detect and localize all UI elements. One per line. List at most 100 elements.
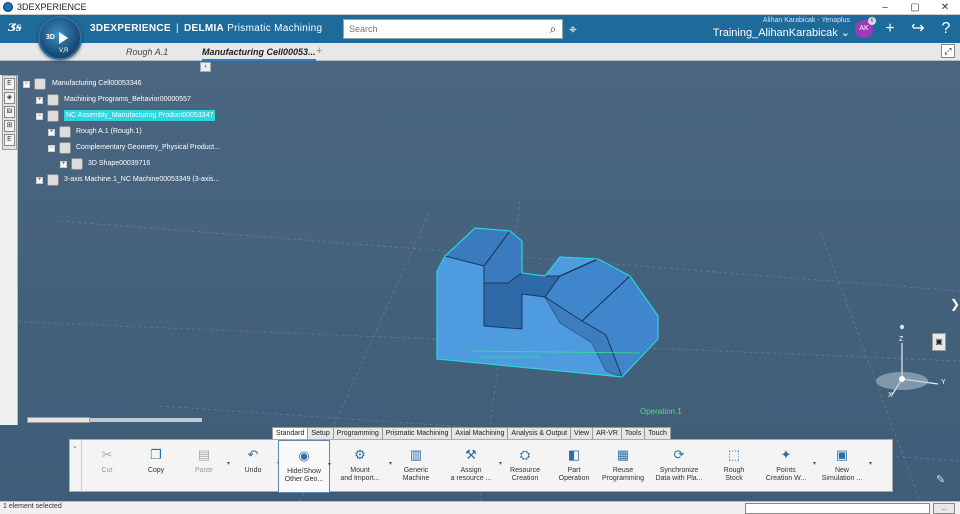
minimize-button[interactable]: – (870, 0, 900, 15)
command-label-line1: Copy (147, 467, 165, 474)
resource-creation-button[interactable]: ⛭ Resource Creation (500, 440, 550, 493)
command-label-line2: Creation (511, 475, 539, 482)
expand-toggle-icon[interactable]: + (48, 129, 55, 136)
tree-node[interactable]: + 3-axis Machine.1_NC Machine00053349 (3… (20, 172, 220, 188)
expand-toggle-icon[interactable]: − (36, 113, 43, 120)
action-bar-menu[interactable]: ⌄ (70, 440, 82, 491)
resource-creation-icon: ⛭ (519, 447, 531, 462)
reuse-programming-icon: ▦ (616, 447, 630, 462)
expand-toggle-icon[interactable]: + (60, 161, 67, 168)
share-icon[interactable]: ↪ (908, 19, 928, 39)
section-tab-setup[interactable]: Setup (307, 427, 334, 439)
section-tab-standard[interactable]: Standard (272, 427, 309, 439)
chevron-down-icon[interactable]: ⌄ (72, 442, 78, 450)
command-label-line1: Reuse (612, 467, 634, 474)
search-icon[interactable]: ⌕ (544, 22, 562, 37)
section-tab-view[interactable]: View (570, 427, 594, 439)
points-creation-button[interactable]: ✦ Points Creation W... ▾ (758, 440, 816, 493)
tree-toolbar: E ◈ ₪ ⊞ E (2, 75, 17, 150)
rough-stock-button[interactable]: ⬚ Rough Stock (710, 440, 758, 493)
section-tab-axial-machining[interactable]: Axial Machining (451, 427, 509, 439)
part-operation-button[interactable]: ◧ Part Operation (550, 440, 598, 493)
paste-button[interactable]: ▤ Paste ▾ (180, 440, 230, 493)
section-tab-prismatic-machining[interactable]: Prismatic Machining (381, 427, 453, 439)
avatar[interactable]: AK 6 (855, 17, 876, 38)
machining-programs-icon (47, 94, 59, 106)
command-label-line1: Assign (460, 467, 482, 474)
tree-tool-4-icon[interactable]: ⊞ (4, 120, 15, 132)
app-brand: 3DEXPERIENCE | DELMIA Prismatic Machinin… (90, 23, 323, 34)
expand-toggle-icon[interactable]: + (36, 177, 43, 184)
tree-node[interactable]: − Complementary Geometry_Physical Produc… (20, 140, 220, 156)
document-tab-bar: Rough A.1 Manufacturing Cell00053... + ⤢ (0, 43, 960, 61)
tree-tool-5-icon[interactable]: E (4, 134, 15, 146)
tab-rough[interactable]: Rough A.1 (126, 45, 168, 61)
tree-tool-2-icon[interactable]: ◈ (4, 92, 15, 104)
command-label-line1: Resource (510, 467, 540, 474)
tree-scrollbar-thumb[interactable] (27, 417, 90, 423)
right-panel-arrow-icon[interactable]: ❯ (950, 297, 960, 311)
new-simulation-button[interactable]: ▣ New Simulation ... ▾ (814, 440, 872, 493)
expand-toggle-icon[interactable]: − (48, 145, 55, 152)
help-icon[interactable]: ? (936, 19, 956, 39)
copy-button[interactable]: ❐ Copy (132, 440, 180, 493)
tree-node[interactable]: + Machining Programs_Behavior00000557 (20, 92, 220, 108)
collab-space-selector[interactable]: Training_AlihanKarabicak ⌄ (700, 26, 850, 39)
command-label-line1: Paste (195, 467, 213, 474)
expand-toggle-icon[interactable]: + (36, 97, 43, 104)
tag-icon[interactable]: ⌖ (569, 21, 577, 38)
command-label-line1: Generic (403, 467, 429, 474)
add-tab-button[interactable]: + (316, 44, 322, 60)
undo-button[interactable]: ↶Undo▾ (228, 440, 280, 493)
operation-label[interactable]: Operation.1 (640, 407, 682, 416)
dropdown-arrow-icon[interactable]: ▾ (869, 460, 872, 467)
expand-toggle-icon[interactable]: − (23, 81, 30, 88)
command-label-line2: Operation (558, 475, 590, 482)
collapse-tree-button[interactable]: ‹ (200, 62, 211, 72)
section-tab-touch[interactable]: Touch (644, 427, 671, 439)
machine-icon (47, 174, 59, 186)
wrench-icon[interactable]: ✎ (936, 473, 945, 486)
assign-resource-button[interactable]: ⚒ Assign a resource ... ▾ (442, 440, 502, 493)
restore-button[interactable]: ▢ (900, 0, 930, 15)
command-label-line2: Data with Pla... (655, 475, 703, 482)
tree-node[interactable]: − NC Assembly_Manufacturing Product00053… (20, 108, 220, 124)
tree-tool-3-icon[interactable]: ₪ (4, 106, 15, 118)
synchronize-button[interactable]: ⟳ Synchronize Data with Pla... (648, 440, 710, 493)
points-creation-icon: ✦ (780, 447, 792, 462)
search-input[interactable] (344, 20, 544, 38)
right-panel-toggle[interactable]: ▣ (932, 333, 946, 351)
maximize-icon[interactable]: ⤢ (941, 44, 955, 58)
compass-widget[interactable]: 3D V,R (38, 16, 82, 60)
command-label-line2: a resource ... (450, 475, 492, 482)
reuse-programming-button[interactable]: ▦ Reuse Programming (598, 440, 648, 493)
tab-manufacturing-cell[interactable]: Manufacturing Cell00053... (202, 45, 316, 61)
command-label-line1: Cut (101, 467, 113, 474)
command-label: Cut (102, 467, 113, 475)
command-input[interactable] (745, 503, 930, 514)
tree-node[interactable]: − Manufacturing Cell00053346 (20, 76, 220, 92)
close-button[interactable]: ✕ (930, 0, 960, 15)
rough-stock-node-icon (59, 126, 71, 138)
plus-icon[interactable]: + (880, 19, 900, 39)
section-tab-tools[interactable]: Tools (620, 427, 646, 439)
new-simulation-icon: ▣ (835, 447, 849, 462)
scissors-button[interactable]: ✂ Cut (82, 440, 132, 493)
section-tab-ar-vr[interactable]: AR-VR (592, 427, 622, 439)
command-label-line2: Other Geo... (284, 476, 324, 483)
command-label: Generic Machine (403, 467, 429, 483)
tree-tool-1-icon[interactable]: E (4, 78, 15, 90)
section-tab-programming[interactable]: Programming (332, 427, 383, 439)
generic-machine-button[interactable]: ▥ Generic Machine (390, 440, 442, 493)
mount-button[interactable]: ⚙ Mount and Import... ▾ (330, 440, 392, 493)
command-label-line2: and Import... (340, 475, 380, 482)
command-label: Synchronize Data with Pla... (655, 467, 702, 483)
play-icon[interactable] (59, 32, 68, 44)
hide-show-button[interactable]: ◉ Hide/Show Other Geo... ▾ (278, 440, 331, 493)
command-label-line1: Synchronize (659, 467, 699, 474)
section-tab-analysis-output[interactable]: Analysis & Output (507, 427, 572, 439)
command-input-button[interactable]: ... (933, 503, 955, 514)
search-box[interactable]: ⌕ (343, 19, 563, 39)
tree-node[interactable]: + Rough A.1 (Rough.1) (20, 124, 220, 140)
tree-node[interactable]: + 3D Shape00039716 (20, 156, 220, 172)
